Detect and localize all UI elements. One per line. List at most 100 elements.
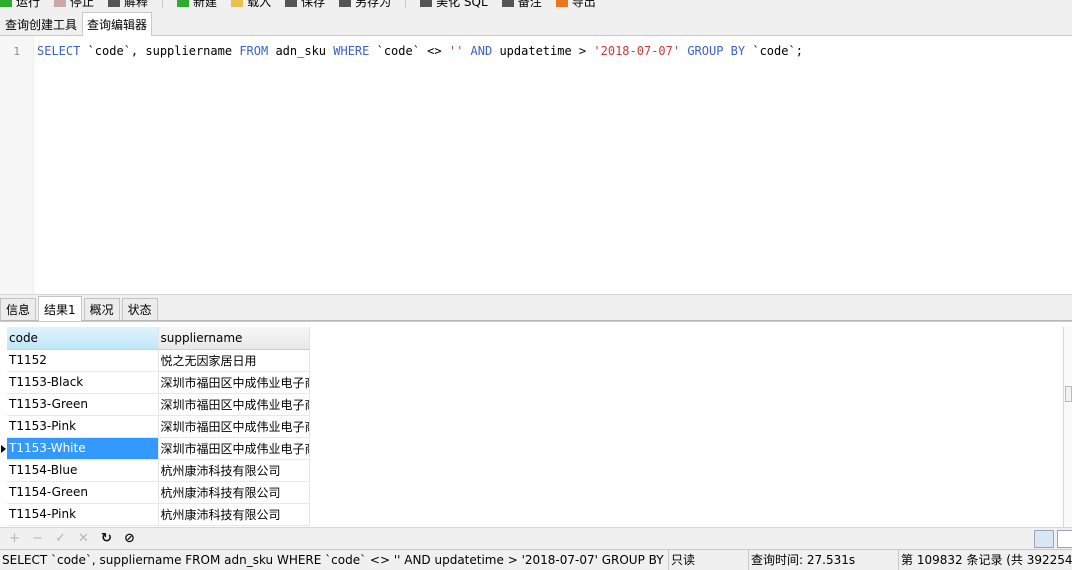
vertical-scrollbar[interactable]: [1063, 327, 1072, 527]
toolbar-button-label: 美化 SQL: [436, 0, 488, 9]
status-sql: SELECT `code`, suppliername FROM adn_sku…: [0, 549, 669, 570]
export-icon: [555, 0, 568, 7]
cell-suppliername[interactable]: 杭州康沛科技有限公司: [158, 459, 310, 482]
table-row[interactable]: T1154-Green 杭州康沛科技有限公司: [7, 481, 310, 504]
form-view-icon[interactable]: [1057, 530, 1072, 548]
table-row[interactable]: T1154-Blue 杭州康沛科技有限公司: [7, 459, 310, 482]
table-row[interactable]: T1153-Black 深圳市福田区中成伟业电子商: [7, 371, 310, 394]
cell-code[interactable]: T1154-Pink: [7, 503, 159, 526]
status-query-time: 查询时间: 27.531s: [749, 549, 899, 570]
status-bar: SELECT `code`, suppliername FROM adn_sku…: [0, 549, 1072, 570]
sql-keyword: FROM: [239, 44, 269, 58]
stop-icon[interactable]: ⊘: [118, 531, 141, 546]
cell-code[interactable]: T1152: [7, 349, 159, 372]
editor-tab-query-editor[interactable]: 查询编辑器: [82, 12, 153, 36]
toolbar-button-label: 新建: [193, 0, 218, 9]
result-tab-bar: 信息 结果1 概况 状态: [0, 294, 1072, 321]
table-row[interactable]: T1153-White 深圳市福田区中成伟业电子商: [7, 437, 310, 460]
cancel-icon[interactable]: ✕: [72, 531, 95, 546]
table-row[interactable]: T1153-Green 深圳市福田区中成伟业电子商: [7, 393, 310, 416]
load-icon: [231, 0, 244, 7]
result-tab-result1[interactable]: 结果1: [38, 296, 82, 321]
sql-code-line[interactable]: SELECT `code`, suppliername FROM adn_sku…: [37, 44, 803, 58]
toolbar-items: 运行 停止 解释 新建 载入 保存 另存为 美化 SQL 备注 导出: [0, 0, 610, 9]
result-grid[interactable]: code suppliername T1152 悦之无因家居日用 T1153-Bla…: [7, 327, 310, 526]
sql-text: `code` <>: [369, 44, 449, 58]
cell-code[interactable]: T1154-Blue: [7, 459, 159, 482]
comment-icon: [501, 0, 514, 7]
toolbar-button-play[interactable]: 运行: [0, 0, 40, 10]
cell-suppliername[interactable]: 深圳市福田区中成伟业电子商: [158, 393, 310, 416]
main-toolbar: 运行 停止 解释 新建 载入 保存 另存为 美化 SQL 备注 导出: [0, 0, 1072, 10]
editor-tab-query-builder[interactable]: 查询创建工具: [0, 13, 82, 35]
toolbar-button-comment[interactable]: 备注: [501, 0, 542, 10]
add-record-icon[interactable]: +: [3, 531, 26, 546]
result-grid-area: code suppliername T1152 悦之无因家居日用 T1153-Bla…: [0, 321, 1072, 527]
cell-code[interactable]: T1153-White: [7, 437, 159, 460]
explain-icon: [108, 0, 121, 7]
sql-text: `code`;: [745, 44, 803, 58]
cell-suppliername[interactable]: 杭州康沛科技有限公司: [158, 503, 310, 526]
result-tab-status[interactable]: 状态: [121, 298, 158, 320]
grid-toolbar: + − ✓ ✕ ↻ ⊘: [0, 527, 1072, 549]
toolbar-button-save[interactable]: 保存: [285, 0, 325, 10]
sql-string: '': [448, 44, 464, 58]
cell-suppliername[interactable]: 深圳市福田区中成伟业电子商: [158, 415, 310, 438]
sql-editor[interactable]: 1 SELECT `code`, suppliername FROM adn_s…: [0, 36, 1072, 294]
toolbar-button-beautify[interactable]: 美化 SQL: [420, 0, 488, 10]
toolbar-button-label: 运行: [16, 0, 41, 9]
toolbar-button-explain[interactable]: 解释: [108, 0, 148, 10]
cell-suppliername[interactable]: 深圳市福田区中成伟业电子商: [158, 371, 310, 394]
toolbar-button-save-as[interactable]: 另存为: [339, 0, 391, 10]
beautify-icon: [420, 0, 433, 7]
cell-code[interactable]: T1153-Pink: [7, 415, 159, 438]
save-as-icon: [339, 0, 352, 7]
column-header-suppliername[interactable]: suppliername: [158, 327, 310, 350]
save-icon: [285, 0, 298, 7]
toolbar-separator: [405, 0, 407, 8]
cell-suppliername[interactable]: 杭州康沛科技有限公司: [158, 481, 310, 504]
scrollbar-thumb[interactable]: [1065, 386, 1072, 402]
table-row[interactable]: T1153-Pink 深圳市福田区中成伟业电子商: [7, 415, 310, 438]
toolbar-button-label: 导出: [571, 0, 596, 9]
cell-suppliername[interactable]: 深圳市福田区中成伟业电子商: [158, 437, 310, 460]
refresh-icon[interactable]: ↻: [95, 531, 118, 546]
line-number: 1: [13, 45, 20, 58]
current-row-marker-icon: [1, 445, 6, 453]
sql-text: `code`, suppliername: [80, 44, 240, 58]
cell-code[interactable]: T1153-Green: [7, 393, 159, 416]
status-record-info: 第 109832 条记录 (共 392254 条): [901, 553, 1072, 567]
sql-text: updatetime >: [492, 44, 594, 58]
toolbar-button-new[interactable]: 新建: [177, 0, 217, 10]
new-icon: [177, 0, 190, 7]
editor-tab-bar: 查询创建工具 查询编辑器: [0, 12, 1072, 36]
result-tab-profile[interactable]: 概况: [83, 298, 120, 320]
cell-code[interactable]: T1154-Green: [7, 481, 159, 504]
apply-icon[interactable]: ✓: [49, 531, 72, 546]
table-row[interactable]: T1154-Pink 杭州康沛科技有限公司: [7, 503, 310, 526]
cell-code[interactable]: T1153-Black: [7, 371, 159, 394]
table-row[interactable]: T1152 悦之无因家居日用: [7, 349, 310, 372]
toolbar-button-label: 解释: [124, 0, 149, 9]
column-header-code[interactable]: code: [7, 327, 159, 350]
sql-keyword: WHERE: [333, 44, 370, 58]
line-gutter: 1: [0, 36, 34, 294]
sql-string: '2018-07-07': [593, 44, 681, 58]
toolbar-button-export[interactable]: 导出: [555, 0, 596, 10]
delete-record-icon[interactable]: −: [26, 531, 49, 546]
toolbar-separator: [162, 0, 164, 8]
toolbar-button-label: 载入: [247, 0, 272, 9]
toolbar-button-label: 另存为: [355, 0, 392, 9]
sql-keyword: AND: [470, 44, 493, 58]
grid-view-icon[interactable]: [1034, 530, 1054, 548]
toolbar-button-label: 停止: [70, 0, 95, 9]
cell-suppliername[interactable]: 悦之无因家居日用: [158, 349, 310, 372]
play-icon: [0, 0, 12, 7]
stop-icon: [54, 0, 67, 7]
toolbar-button-stop[interactable]: 停止: [54, 0, 94, 10]
toolbar-button-load[interactable]: 载入: [231, 0, 271, 10]
result-tab-info[interactable]: 信息: [0, 298, 37, 320]
sql-keyword: SELECT: [37, 44, 81, 58]
status-mode: 只读: [669, 549, 749, 570]
